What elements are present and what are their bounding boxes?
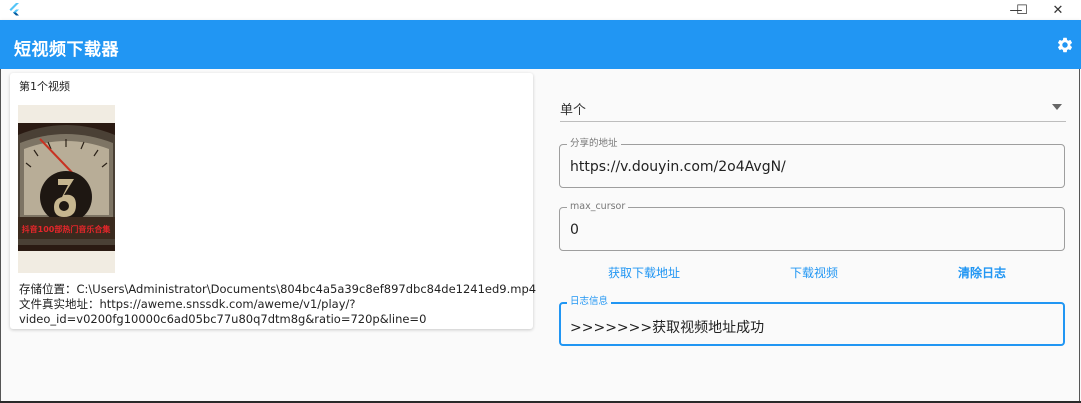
share-url-value: https://v.douyin.com/2o4AvgN/ [570,159,786,175]
log-label: 日志信息 [567,296,612,308]
video-card-title: 第1个视频 [19,80,70,93]
flutter-logo-icon [9,3,19,16]
window-titlebar: — ☐ ✕ [0,0,1081,20]
get-download-url-button[interactable]: 获取下载地址 [608,264,680,281]
log-field[interactable]: 日志信息 >>>>>>>获取视频地址成功 [559,296,1065,346]
gear-icon[interactable] [1056,36,1074,54]
save-location-text: 存储位置：C:\Users\Administrator\Documents\80… [19,282,537,296]
real-address-text-line2: video_id=v0200fg10000c6ad05bc77u80q7dtm8… [19,312,427,326]
close-button[interactable]: ✕ [1035,0,1081,20]
app-bar: 短视频下载器 [0,20,1081,69]
real-address-text-line1: 文件真实地址：https://aweme.snssdk.com/aweme/v1… [19,297,356,311]
video-thumbnail[interactable]: 抖音100部热门音乐合集 [18,105,115,273]
max-cursor-field[interactable]: max_cursor 0 [559,201,1065,251]
app-title: 短视频下载器 [14,40,119,60]
dropdown-arrow-icon [1052,104,1062,110]
max-cursor-label: max_cursor [567,201,629,213]
video-info: 存储位置：C:\Users\Administrator\Documents\80… [19,282,537,327]
share-url-label: 分享的地址 [567,138,621,150]
log-value: >>>>>>>获取视频地址成功 [570,320,765,336]
clear-log-button[interactable]: 清除日志 [958,264,1006,281]
mode-select-value: 单个 [560,103,587,118]
max-cursor-value: 0 [570,222,579,238]
video-thumbnail-image: 抖音100部热门音乐合集 [18,105,115,273]
window-border-left [0,69,1,403]
video-card: 第1个视频 抖音100部热门音乐合集 存储位置：C:\Users\Adminis… [10,73,537,329]
share-url-field[interactable]: 分享的地址 https://v.douyin.com/2o4AvgN/ [559,138,1065,188]
window-border-right [1079,69,1080,403]
thumbnail-caption: 抖音100部热门音乐合集 [22,224,112,234]
mode-select[interactable]: 单个 [560,92,1066,122]
download-video-button[interactable]: 下载视频 [790,264,838,281]
